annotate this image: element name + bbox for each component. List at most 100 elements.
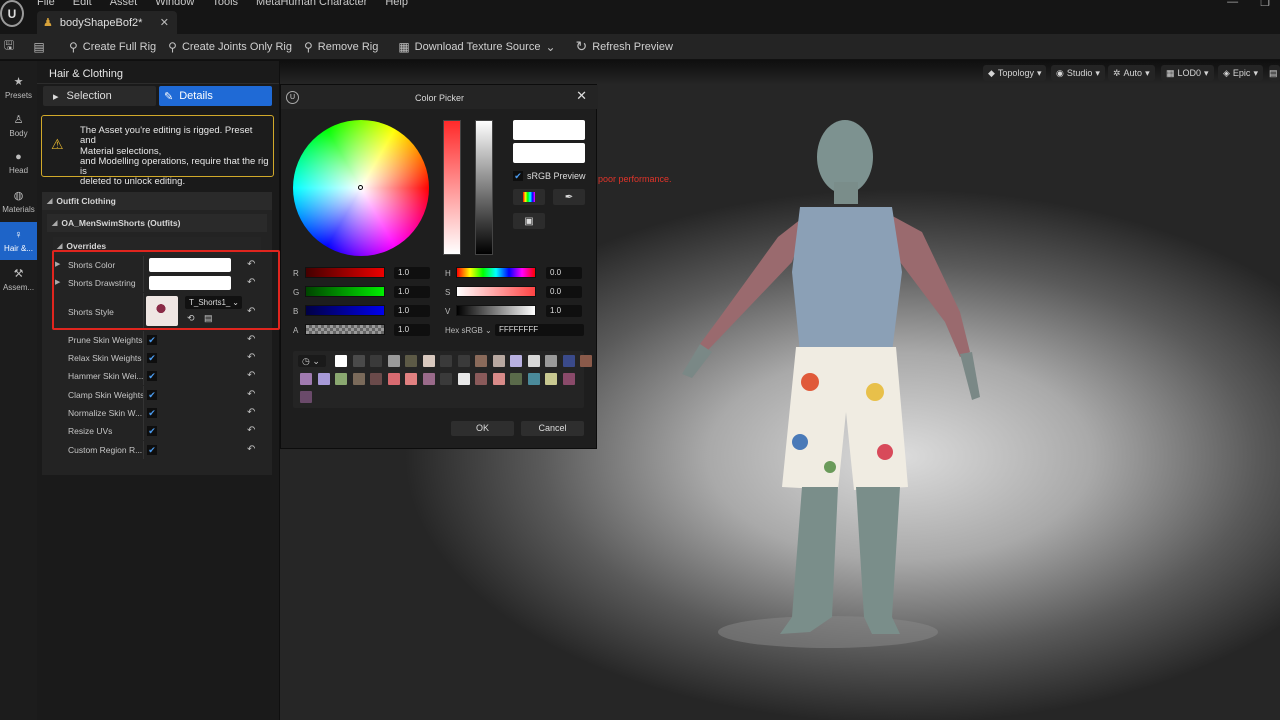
cancel-button[interactable]: Cancel <box>521 421 584 436</box>
rail-item-hair-clothing[interactable]: ♀ Hair &... <box>0 222 37 260</box>
menu-window[interactable]: Window <box>155 0 194 8</box>
palette-swatch[interactable] <box>300 391 312 403</box>
color-spectrum-button[interactable] <box>513 189 545 205</box>
studio-lighting-dropdown[interactable]: ◉ Studio ▾ <box>1051 65 1105 81</box>
browse-asset-icon[interactable]: ▤ <box>30 38 48 56</box>
color-wheel-handle[interactable] <box>358 185 363 190</box>
srgb-preview-checkbox[interactable]: ✔ <box>513 171 523 181</box>
hammer-skin-weights-checkbox[interactable]: ✔ <box>147 371 157 381</box>
rail-item-presets[interactable]: ★ Presets <box>0 68 37 106</box>
prune-skin-weights-checkbox[interactable]: ✔ <box>147 335 157 345</box>
hex-value-input[interactable]: FFFFFFFF <box>495 324 584 336</box>
palette-swatch[interactable] <box>300 373 312 385</box>
saturation-slider[interactable] <box>443 120 461 255</box>
refresh-preview-button[interactable]: ↻ Refresh Preview <box>570 36 679 58</box>
quality-dropdown[interactable]: ◈ Epic ▾ <box>1218 65 1263 81</box>
rail-item-assembly[interactable]: ⚒ Assem... <box>0 260 37 298</box>
red-value-input[interactable]: 1.0 <box>394 267 430 279</box>
tab-selection[interactable]: ▸ Selection <box>43 86 156 106</box>
palette-swatch[interactable] <box>422 373 435 385</box>
palette-swatch[interactable] <box>370 373 382 385</box>
palette-swatch[interactable] <box>510 373 522 385</box>
recent-colors-dropdown[interactable]: ◷ ⌄ <box>298 355 326 367</box>
maximize-icon[interactable]: ❐ <box>1260 0 1270 9</box>
saturation-value-input[interactable]: 0.0 <box>546 286 582 298</box>
download-texture-source-button[interactable]: ▦ Download Texture Source ⌄ <box>392 36 561 58</box>
alpha-value-input[interactable]: 1.0 <box>394 324 430 336</box>
create-joints-only-rig-button[interactable]: ⚲ Create Joints Only Rig <box>162 36 298 58</box>
reset-to-default-icon[interactable]: ↶ <box>247 334 255 345</box>
green-value-input[interactable]: 1.0 <box>394 286 430 298</box>
blue-value-input[interactable]: 1.0 <box>394 305 430 317</box>
custom-region-resizing-checkbox[interactable]: ✔ <box>147 445 157 455</box>
palette-swatch[interactable] <box>440 373 452 385</box>
palette-swatch[interactable] <box>422 355 435 367</box>
reset-to-default-icon[interactable]: ↶ <box>247 444 255 455</box>
palette-swatch[interactable] <box>457 373 470 385</box>
palette-swatch[interactable] <box>387 373 400 385</box>
reset-to-default-icon[interactable]: ↶ <box>247 389 255 400</box>
saturation-value-slider[interactable] <box>456 286 536 297</box>
normalize-skin-weights-checkbox[interactable]: ✔ <box>147 408 157 418</box>
palette-swatch[interactable] <box>545 373 557 385</box>
menu-metahuman-character[interactable]: MetaHuman Character <box>256 0 367 8</box>
value-slider[interactable] <box>475 120 493 255</box>
reset-to-default-icon[interactable]: ↶ <box>247 425 255 436</box>
menu-edit[interactable]: Edit <box>73 0 92 8</box>
menu-tools[interactable]: Tools <box>212 0 238 8</box>
brightness-value-input[interactable]: 1.0 <box>546 305 582 317</box>
subcategory-outfit-asset[interactable]: ◢ OA_MenSwimShorts (Outfits) <box>47 214 267 232</box>
eyedropper-button[interactable]: ✒ <box>553 189 585 205</box>
menu-asset[interactable]: Asset <box>110 0 138 8</box>
palette-swatch[interactable] <box>510 355 522 367</box>
srgb-preview-toggle[interactable]: ✔ sRGB Preview <box>513 171 586 181</box>
menu-file[interactable]: File <box>37 0 55 8</box>
brightness-slider[interactable] <box>456 305 536 316</box>
ok-button[interactable]: OK <box>451 421 514 436</box>
palette-swatch[interactable] <box>405 373 417 385</box>
palette-swatch[interactable] <box>405 355 417 367</box>
palette-swatch[interactable] <box>492 355 505 367</box>
screen-picker-button[interactable]: ▣ <box>513 213 545 229</box>
create-full-rig-button[interactable]: ⚲ Create Full Rig <box>63 36 162 58</box>
palette-swatch[interactable] <box>475 355 487 367</box>
palette-swatch[interactable] <box>370 355 382 367</box>
palette-swatch[interactable] <box>527 355 540 367</box>
red-slider[interactable] <box>305 267 385 278</box>
palette-swatch[interactable] <box>387 355 400 367</box>
hue-value-input[interactable]: 0.0 <box>546 267 582 279</box>
rail-item-materials[interactable]: ◍ Materials <box>0 182 37 220</box>
overflow-icon[interactable]: ▤ <box>1269 65 1280 81</box>
palette-swatch[interactable] <box>492 373 505 385</box>
palette-swatch[interactable] <box>580 355 592 367</box>
palette-swatch[interactable] <box>475 373 487 385</box>
reset-to-default-icon[interactable]: ↶ <box>247 352 255 363</box>
close-tab-icon[interactable]: ✕ <box>160 16 169 29</box>
palette-swatch[interactable] <box>562 355 575 367</box>
lod-dropdown[interactable]: ▦ LOD0 ▾ <box>1161 65 1214 81</box>
minimize-icon[interactable]: — <box>1227 0 1238 9</box>
clamp-skin-weights-checkbox[interactable]: ✔ <box>147 390 157 400</box>
unreal-logo-icon[interactable]: U <box>0 0 24 27</box>
palette-swatch[interactable] <box>440 355 452 367</box>
palette-swatch[interactable] <box>352 373 365 385</box>
save-icon[interactable]: 🖫 <box>0 38 18 56</box>
green-slider[interactable] <box>305 286 385 297</box>
palette-swatch[interactable] <box>335 355 347 367</box>
rail-item-head[interactable]: ● Head <box>0 144 37 182</box>
close-icon[interactable]: ✕ <box>576 88 587 104</box>
palette-swatch[interactable] <box>352 355 365 367</box>
palette-swatch[interactable] <box>527 373 540 385</box>
metahuman-character[interactable] <box>660 112 980 657</box>
rail-item-body[interactable]: ♙ Body <box>0 106 37 144</box>
hex-mode-dropdown[interactable]: Hex sRGB ⌄ <box>445 326 492 335</box>
remove-rig-button[interactable]: ⚲ Remove Rig <box>298 36 384 58</box>
palette-swatch[interactable] <box>457 355 470 367</box>
palette-swatch[interactable] <box>317 373 330 385</box>
tab-details[interactable]: ✎ Details <box>159 86 272 106</box>
palette-swatch[interactable] <box>562 373 575 385</box>
blue-slider[interactable] <box>305 305 385 316</box>
document-tab[interactable]: ♟ bodyShapeBof2* ✕ <box>37 11 177 34</box>
auto-dropdown[interactable]: ✲ Auto ▾ <box>1108 65 1155 81</box>
resize-uvs-checkbox[interactable]: ✔ <box>147 426 157 436</box>
